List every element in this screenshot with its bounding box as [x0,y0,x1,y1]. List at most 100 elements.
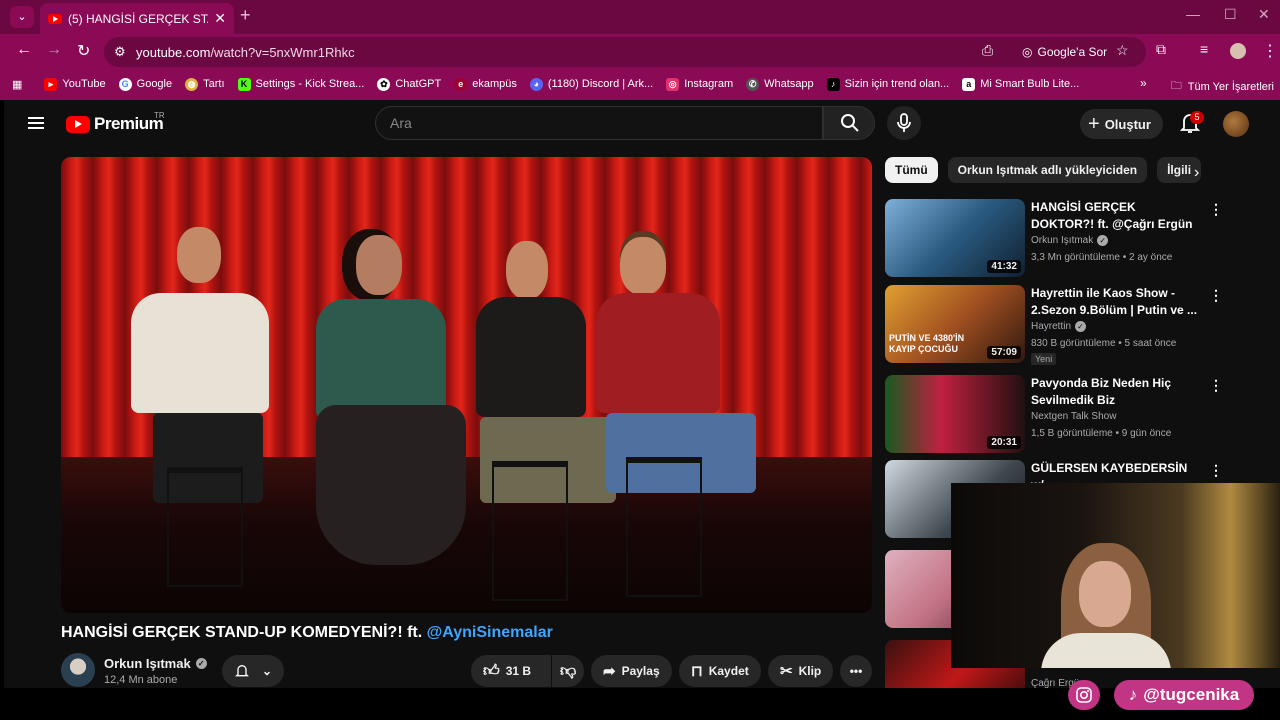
recommended-channel[interactable]: Orkun Işıtmak ✓ [1031,235,1109,246]
minimize-icon[interactable]: — [1186,6,1200,22]
streamer-face [1079,561,1131,627]
channel-label: Orkun Işıtmak [1031,235,1094,246]
bookmark-star-icon[interactable]: ☆ [1116,42,1129,59]
account-avatar[interactable] [1223,111,1249,137]
bookmark-google[interactable]: G Google [118,77,172,91]
clip-label: Klip [798,664,822,678]
chip-all[interactable]: Tümü [885,157,938,183]
logo-region: TR [154,111,165,120]
bookmark-instagram[interactable]: ◎ Instagram [666,77,733,91]
bookmark-discord[interactable]: ◕ (1180) Discord | Ark... [529,77,653,91]
close-icon[interactable]: ✕ [214,10,226,27]
recommended-video[interactable]: PUTİN VE 4380'İN KAYIP ÇOCUĞU 57:09 Hayr… [885,285,1275,367]
browser-menu-icon[interactable]: ⋮ [1262,41,1278,61]
search-box [375,106,823,140]
close-window-icon[interactable]: ✕ [1258,6,1270,23]
reload-icon[interactable]: ↻ [77,41,90,61]
recommended-channel[interactable]: Nextgen Talk Show [1031,411,1116,422]
channel-name[interactable]: Orkun Işıtmak ✓ [104,656,207,671]
install-app-icon[interactable]: ⎙ [982,42,993,59]
video-thumbnail[interactable]: PUTİN VE 4380'İN KAYIP ÇOCUĞU 57:09 [885,285,1025,363]
apps-icon[interactable]: ▦ [12,78,22,91]
hamburger-menu-icon[interactable] [28,117,44,129]
media-control-icon[interactable]: ≡ [1200,41,1208,57]
dislike-button[interactable]: 👎︎ [552,655,584,687]
bookmark-chatgpt[interactable]: ✿ ChatGPT [377,77,441,91]
voice-search-button[interactable] [887,106,921,140]
more-actions-button[interactable]: ••• [840,655,872,687]
video-title-text: HANGİSİ GERÇEK STAND-UP KOMEDYENİ?! ft. [61,624,423,641]
like-button[interactable]: 👍︎ 31 B [471,655,551,687]
share-label: Paylaş [621,664,660,678]
video-player[interactable] [61,157,872,613]
thumbs-down-icon: 👎︎ [560,662,577,680]
bookmark-mi-bulb[interactable]: a Mi Smart Bulb Lite... [962,77,1079,91]
channel-avatar[interactable] [61,653,95,687]
maximize-icon[interactable]: ☐ [1224,6,1237,23]
recommended-video[interactable]: 41:32 HANGİSİ GERÇEK DOKTOR?! ft. @Çağrı… [885,199,1275,281]
whatsapp-icon: ✆ [746,77,760,91]
bookmark-tarti[interactable]: ◍ Tartı [185,77,225,91]
create-button[interactable]: + Oluştur [1080,109,1163,139]
chevron-right-icon[interactable]: › [1194,164,1199,182]
new-badge: Yeni [1031,353,1057,365]
share-button[interactable]: ➦ Paylaş [591,655,672,687]
extensions-icon[interactable]: ⧉ [1156,41,1166,58]
recommended-video[interactable]: 20:31 Pavyonda Biz Neden Hiç Sevilmedik … [885,375,1275,457]
video-title: HANGİSİ GERÇEK STAND-UP KOMEDYENİ?! ft. … [61,624,553,642]
video-duration: 57:09 [987,346,1021,359]
bookmark-whatsapp[interactable]: ✆ Whatsapp [746,77,814,91]
bookmark-tiktok[interactable]: ♪ Sizin için trend olan... [826,77,950,91]
streamer-shirt [1041,633,1171,668]
bookmark-ekampus[interactable]: e ekampüs [454,77,517,91]
more-vertical-icon[interactable]: ⋮ [1209,201,1223,218]
recommended-meta: 3,3 Mn görüntüleme • 2 ay önce [1031,252,1173,263]
new-tab-icon[interactable]: + [240,5,251,26]
forward-icon[interactable]: → [46,41,62,59]
subscribed-bell-button[interactable]: ⌄ [222,655,284,687]
verified-check-icon: ✓ [1075,321,1087,332]
google-ask-button[interactable]: ◎ Google'a Sor [1014,41,1115,63]
instagram-icon [1076,687,1092,703]
profile-avatar-icon[interactable] [1230,43,1246,59]
url-text: youtube.com/watch?v=5nxWmr1Rhkc [136,45,355,60]
bookmarks-bar: ▦ ▸ YouTube G Google ◍ Tartı K Settings - Ki… [0,70,1280,98]
save-button[interactable]: ⊓ Kaydet [679,655,761,687]
tab-search-button[interactable]: ⌄ [10,6,34,28]
search-button[interactable] [823,106,875,140]
youtube-premium-logo[interactable]: Premium [66,114,164,134]
more-vertical-icon[interactable]: ⋮ [1209,287,1223,304]
active-tab[interactable]: (5) HANGİSİ GERÇEK STAND-UP KOMEDYENİ?! … [40,3,234,34]
bookmark-label: Sizin için trend olan... [844,78,950,90]
chatgpt-icon: ✿ [377,77,391,91]
bookmark-youtube[interactable]: ▸ YouTube [44,77,106,91]
more-bookmarks-icon[interactable]: » [1140,76,1147,90]
google-icon: G [118,77,132,91]
google-ask-label: Google'a Sor [1037,45,1108,59]
thumbs-up-icon: 👍︎ [483,662,500,680]
video-thumbnail[interactable]: 41:32 [885,199,1025,277]
channel-label: Nextgen Talk Show [1031,411,1117,422]
bookmark-kick[interactable]: K Settings - Kick Strea... [237,77,364,91]
tab-title: (5) HANGİSİ GERÇEK STAND-UP KOMEDYENİ?! … [68,11,208,26]
kick-icon: K [237,77,251,91]
all-bookmarks-folder[interactable]: 🗀 Tüm Yer İşaretleri [1171,77,1274,96]
recommendation-chips: Tümü Orkun Işıtmak adlı yükleyiciden İlg… [885,157,1202,185]
search-input[interactable] [390,115,790,131]
chip-from-uploader[interactable]: Orkun Işıtmak adlı yükleyiciden [947,157,1148,183]
recommended-title[interactable]: Hayrettin ile Kaos Show - 2.Sezon 9.Bölü… [1031,285,1201,319]
like-count: 31 B [505,664,532,678]
recommended-title[interactable]: Pavyonda Biz Neden Hiç Sevilmedik Biz [1031,375,1201,409]
all-bookmarks-label: Tüm Yer İşaretleri [1187,80,1274,93]
video-thumbnail[interactable]: 20:31 [885,375,1025,453]
more-vertical-icon[interactable]: ⋮ [1209,462,1223,479]
address-bar[interactable]: ⚙ youtube.com/watch?v=5nxWmr1Rhkc ⎙ ◎ Go… [104,37,1146,67]
recommended-channel[interactable]: Hayrettin ✓ [1031,321,1087,332]
recommended-title[interactable]: HANGİSİ GERÇEK DOKTOR?! ft. @Çağrı Ergün [1031,199,1201,233]
site-info-icon[interactable]: ⚙ [114,44,126,60]
instagram-overlay-button [1068,680,1100,710]
more-vertical-icon[interactable]: ⋮ [1209,377,1223,394]
title-mention-link[interactable]: @AyniSinemalar [427,624,553,641]
clip-button[interactable]: ✂ Klip [768,655,834,687]
back-icon[interactable]: ← [16,41,32,59]
